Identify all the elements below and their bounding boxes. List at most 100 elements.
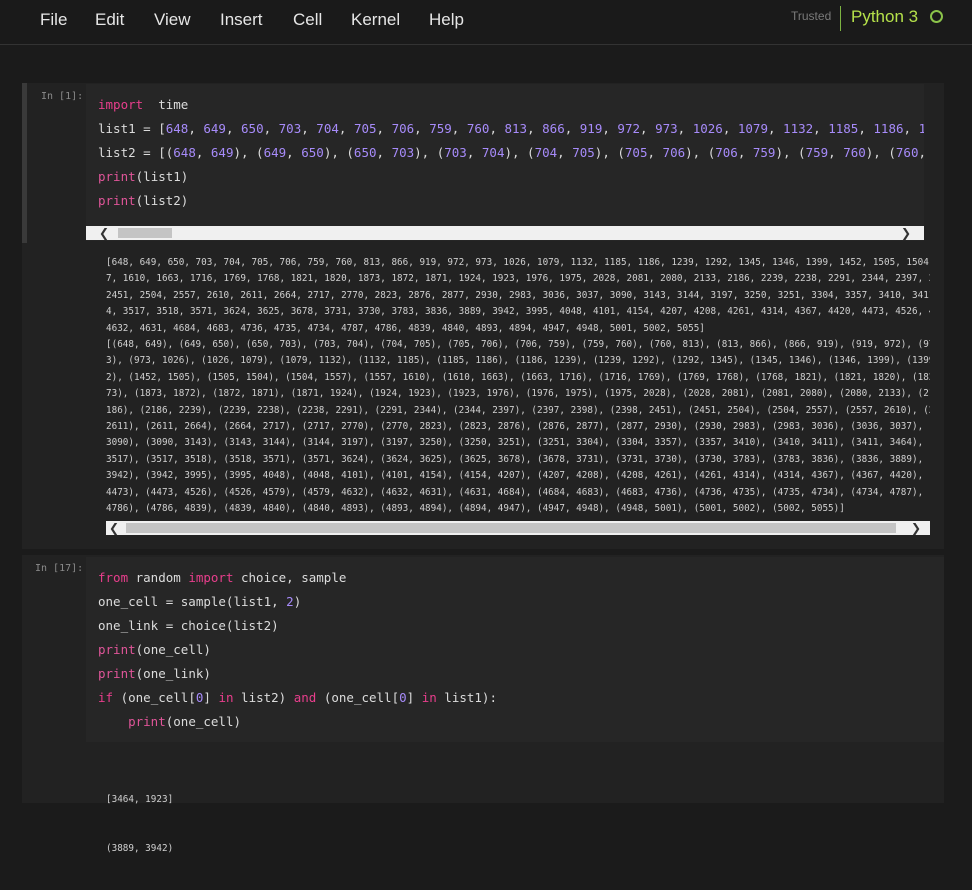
code-token: , bbox=[602, 121, 618, 136]
code-token: 759 bbox=[752, 145, 776, 160]
code-token: , bbox=[813, 121, 829, 136]
menu-insert[interactable]: Insert bbox=[220, 10, 263, 30]
code-line: print(one_link) bbox=[98, 666, 211, 681]
code-token: 1239 bbox=[918, 121, 924, 136]
code-line: one_cell = sample(list1, 2) bbox=[98, 594, 301, 609]
code-token: , bbox=[414, 121, 430, 136]
code-token: (one_link) bbox=[135, 666, 211, 681]
code-token: 760 bbox=[895, 145, 919, 160]
code-token: , bbox=[188, 121, 204, 136]
menu-kernel[interactable]: Kernel bbox=[351, 10, 400, 30]
code-token: , bbox=[640, 121, 656, 136]
output-line: 2611), (2611, 2664), (2664, 2717), (2717… bbox=[106, 421, 930, 433]
code-token: , bbox=[828, 145, 844, 160]
code-token: list1 = [ bbox=[98, 121, 166, 136]
scroll-left-icon[interactable]: ❮ bbox=[106, 521, 122, 535]
code-token: , bbox=[737, 145, 753, 160]
menu-view[interactable]: View bbox=[154, 10, 191, 30]
menu-help[interactable]: Help bbox=[429, 10, 464, 30]
code-token: , bbox=[466, 145, 482, 160]
output-horizontal-scrollbar[interactable]: ❮ ❯ bbox=[106, 521, 930, 535]
code-token: ), ( bbox=[233, 145, 264, 160]
output-line: 3517), (3517, 3518), (3518, 3571), (3571… bbox=[106, 453, 930, 465]
output-line: 2), (1452, 1505), (1505, 1504), (1504, 1… bbox=[106, 371, 930, 383]
code-token: , bbox=[903, 121, 919, 136]
code-token: import bbox=[188, 570, 234, 585]
code-token: from bbox=[98, 570, 129, 585]
code-token: 650 bbox=[301, 145, 324, 160]
code-token: , bbox=[301, 121, 317, 136]
code-token: , bbox=[527, 121, 543, 136]
code-token: , bbox=[376, 121, 392, 136]
code-token: if bbox=[98, 690, 114, 705]
code-token: in bbox=[421, 690, 437, 705]
code-token: 1185 bbox=[828, 121, 859, 136]
code-token: , bbox=[564, 121, 580, 136]
code-token: 705 bbox=[572, 145, 595, 160]
code-token: print bbox=[98, 666, 136, 681]
code-cell-1[interactable]: In [1]: import time list1 = [648, 649, 65… bbox=[22, 83, 944, 549]
code-token: 706 bbox=[715, 145, 738, 160]
scroll-left-icon[interactable]: ❮ bbox=[96, 226, 112, 240]
input-prompt: In [1]: bbox=[41, 91, 84, 102]
code-token: one_cell = sample(list1, bbox=[98, 594, 287, 609]
kernel-name[interactable]: Python 3 bbox=[851, 7, 918, 27]
code-token: 1079 bbox=[737, 121, 768, 136]
code-line: from random import choice, sample bbox=[98, 570, 346, 585]
code-token: , bbox=[376, 145, 392, 160]
code-token: 703 bbox=[278, 121, 302, 136]
code-token: 705 bbox=[624, 145, 648, 160]
code-editor[interactable]: import time list1 = [648, 649, 650, 703, … bbox=[86, 84, 924, 241]
output-line: [3464, 1923] bbox=[106, 793, 174, 805]
code-token: 2 bbox=[286, 594, 294, 609]
output-line: 2451, 2504, 2557, 2610, 2611, 2664, 2717… bbox=[106, 289, 930, 301]
code-token: , bbox=[557, 145, 573, 160]
code-token: one_link = choice(list2) bbox=[98, 618, 279, 633]
code-token: in bbox=[218, 690, 234, 705]
output-line: 7, 1610, 1663, 1716, 1769, 1768, 1821, 1… bbox=[106, 273, 930, 285]
code-cell-2[interactable]: In [17]: from random import choice, samp… bbox=[22, 555, 944, 854]
code-token: print bbox=[98, 193, 136, 208]
output-line: 4473), (4473, 4526), (4526, 4579), (4579… bbox=[106, 486, 930, 498]
menu-edit[interactable]: Edit bbox=[95, 10, 124, 30]
code-token: , bbox=[918, 145, 924, 160]
code-token: 1132 bbox=[783, 121, 814, 136]
code-line: one_link = choice(list2) bbox=[98, 618, 279, 633]
menu-cell[interactable]: Cell bbox=[293, 10, 322, 30]
code-token: 759 bbox=[805, 145, 829, 160]
output-line: 3), (973, 1026), (1026, 1079), (1079, 11… bbox=[106, 355, 930, 367]
menu-file[interactable]: File bbox=[40, 10, 67, 30]
code-token: , bbox=[263, 121, 279, 136]
input-prompt: In [17]: bbox=[35, 563, 84, 574]
code-token: 760 bbox=[843, 145, 866, 160]
code-token: random bbox=[128, 570, 189, 585]
trusted-indicator[interactable]: Trusted bbox=[791, 9, 831, 23]
code-token: list1): bbox=[436, 690, 497, 705]
menu-bar: File Edit View Insert Cell Kernel Help T… bbox=[0, 0, 972, 45]
code-token: list2) bbox=[233, 690, 294, 705]
output-line: [648, 649, 650, 703, 704, 705, 706, 759,… bbox=[106, 257, 930, 268]
code-token: , bbox=[489, 121, 505, 136]
code-token: list2 = [( bbox=[98, 145, 174, 160]
code-token: 649 bbox=[203, 121, 226, 136]
code-token: 760 bbox=[466, 121, 490, 136]
cell-selection-bar bbox=[22, 83, 27, 243]
code-token: , bbox=[195, 145, 211, 160]
code-line: import time bbox=[98, 97, 188, 112]
code-token: 649 bbox=[263, 145, 287, 160]
code-token: , bbox=[677, 121, 693, 136]
scroll-right-icon[interactable]: ❯ bbox=[898, 226, 914, 240]
scroll-right-icon[interactable]: ❯ bbox=[908, 521, 924, 535]
code-token: , bbox=[858, 121, 874, 136]
scroll-thumb[interactable] bbox=[126, 523, 896, 533]
scroll-thumb[interactable] bbox=[118, 228, 172, 238]
code-token: (one_cell) bbox=[135, 642, 211, 657]
horizontal-scrollbar[interactable]: ❮ ❯ bbox=[86, 226, 924, 240]
code-token: 706 bbox=[391, 121, 415, 136]
output-line: 4786), (4786, 4839), (4839, 4840), (4840… bbox=[106, 503, 845, 515]
code-token: ), ( bbox=[865, 145, 896, 160]
separator bbox=[840, 6, 841, 31]
code-editor[interactable]: from random import choice, sample one_cel… bbox=[86, 557, 944, 742]
code-line: list1 = [648, 649, 650, 703, 704, 705, 7… bbox=[98, 121, 924, 136]
code-token: ), ( bbox=[323, 145, 354, 160]
